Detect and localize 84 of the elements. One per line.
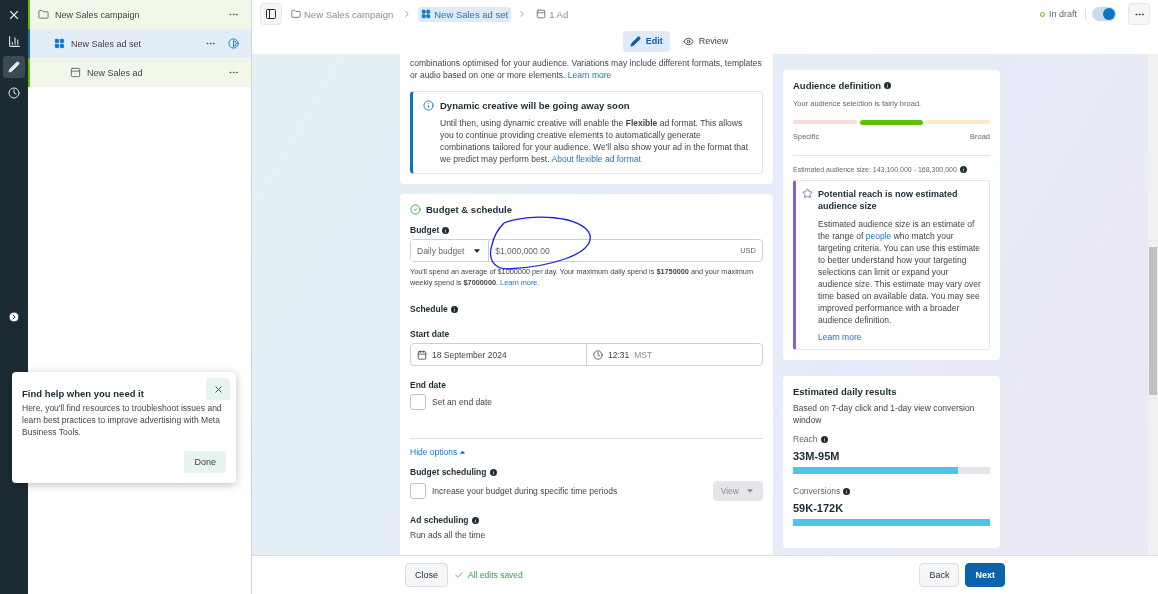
half-circle-icon: [228, 38, 239, 49]
field-label: End date: [410, 380, 446, 390]
results-subtitle: Based on 7-day click and 1-day view conversion window: [793, 402, 976, 426]
learn-more-link[interactable]: Learn more: [818, 332, 862, 342]
close-icon: [7, 8, 21, 22]
pencil-icon: [629, 35, 641, 47]
budget-type-dropdown[interactable]: Daily budget: [411, 240, 490, 261]
done-button[interactable]: Done: [184, 451, 226, 473]
folder-icon: [291, 9, 301, 19]
tree-item[interactable]: New Sales ad: [28, 58, 251, 87]
toggle-switch[interactable]: [1092, 7, 1116, 21]
close-icon: [212, 383, 224, 395]
checkbox-label: Set an end date: [432, 397, 493, 407]
description-text: combinations optimised for your audience. Variations may include different formats, templates or audio based on one or more elements. Learn more: [410, 57, 763, 81]
info-icon: [423, 100, 434, 111]
chevron-circle-icon: [8, 311, 20, 323]
popup-text: Here, you'll find resources to troubleshoot issues and learn best practices to improve advertising with Meta Business Tools.: [22, 402, 223, 438]
card-title: Estimated daily results: [793, 386, 898, 397]
checkbox-label: Increase your budget during specific time periods: [432, 486, 618, 496]
metric-value: 59K-172K: [793, 502, 845, 514]
bar-chart-icon: [7, 34, 21, 48]
info-icon: [820, 435, 828, 443]
field-label: Budget: [410, 225, 440, 235]
start-date-field[interactable]: 18 September 2024 12:31 MST: [410, 343, 763, 366]
sidebar-toggle-button[interactable]: [260, 3, 282, 25]
ad-frame-icon: [536, 9, 547, 19]
field-label: Budget scheduling: [410, 467, 487, 477]
notice-title: Dynamic creative will be going away soon: [440, 100, 631, 111]
field-label: Schedule: [410, 304, 448, 314]
breadcrumb-link[interactable]: 1 Ad: [533, 6, 572, 22]
date-value: 18 September 2024: [432, 349, 507, 360]
status-label: In draft: [1040, 9, 1086, 19]
grid-icon: [54, 38, 65, 49]
ad-frame-icon: [70, 67, 81, 78]
close-button[interactable]: Close: [405, 563, 448, 587]
ad-scheduling-text: Run ads all the time: [410, 529, 487, 541]
scrollbar[interactable]: [1148, 54, 1158, 555]
hide-options-link[interactable]: Hide options: [410, 447, 763, 457]
breadcrumb-link[interactable]: New Sales campaign: [288, 6, 397, 22]
sidebar-icon: [265, 8, 277, 20]
section-title: Budget & schedule: [426, 204, 513, 215]
field-label: Ad scheduling: [410, 515, 469, 525]
back-button[interactable]: Back: [919, 563, 960, 587]
edit-button[interactable]: [3, 56, 25, 78]
eye-icon: [682, 35, 694, 47]
view-tab[interactable]: Edit: [622, 30, 670, 52]
learn-more-link[interactable]: Learn more: [567, 70, 612, 80]
timezone-label: MST: [634, 349, 653, 360]
checkbox[interactable]: [410, 394, 426, 410]
clock-icon: [593, 349, 603, 360]
tree-item[interactable]: New Sales ad set: [28, 29, 251, 58]
metric-value: 33M-95M: [793, 450, 841, 462]
flexible-format-link[interactable]: About flexible ad format: [551, 154, 641, 164]
popup-title: Find help when you need it: [22, 388, 144, 399]
info-icon: [450, 305, 458, 313]
tip-title: Potential reach is now estimated audience size: [818, 188, 959, 212]
saved-status: All edits saved: [454, 570, 523, 580]
info-icon: [843, 487, 851, 495]
tree-item[interactable]: New Sales campaign: [28, 0, 251, 29]
info-icon: [442, 226, 450, 234]
metric-label: Conversions: [793, 486, 841, 496]
info-icon: [884, 82, 892, 89]
calendar-icon: [417, 349, 427, 360]
info-icon: [959, 166, 967, 173]
time-value: 12:31: [608, 349, 630, 360]
check-circle-icon: [410, 204, 421, 215]
metric-label: Reach: [793, 434, 818, 444]
folder-icon: [38, 9, 49, 20]
field-label: Start date: [410, 329, 450, 339]
info-icon: [489, 468, 497, 476]
check-icon: [454, 570, 464, 580]
card-title: Audience definition: [793, 80, 882, 91]
checkbox[interactable]: [410, 483, 426, 499]
view-tab[interactable]: Review: [675, 30, 736, 52]
tip-text: Estimated audience size is an estimate of the range of people who match your targeting criteria. You can use this estimate to better understand how your targeting selections can limit or expand your audience size. This estimate may vary over time based on available data. You may see improved performance with a broader audience definition.: [818, 218, 981, 326]
next-button[interactable]: Next: [965, 563, 1005, 587]
notice-text: Until then, using dynamic creative will enable the Flexible ad format. This allows you to continue providing creative elements to automatically generate combinations tailored for your audience. We'll also show your ad in the format that we predict may perform best. About flexible ad format: [440, 117, 750, 165]
info-icon: [471, 516, 479, 524]
people-link[interactable]: people: [865, 231, 892, 241]
grid-icon: [421, 9, 432, 19]
clock-icon: [8, 87, 20, 99]
star-icon: [802, 188, 813, 199]
pencil-icon: [8, 61, 20, 73]
breadcrumb-link[interactable]: New Sales ad set: [418, 6, 512, 22]
